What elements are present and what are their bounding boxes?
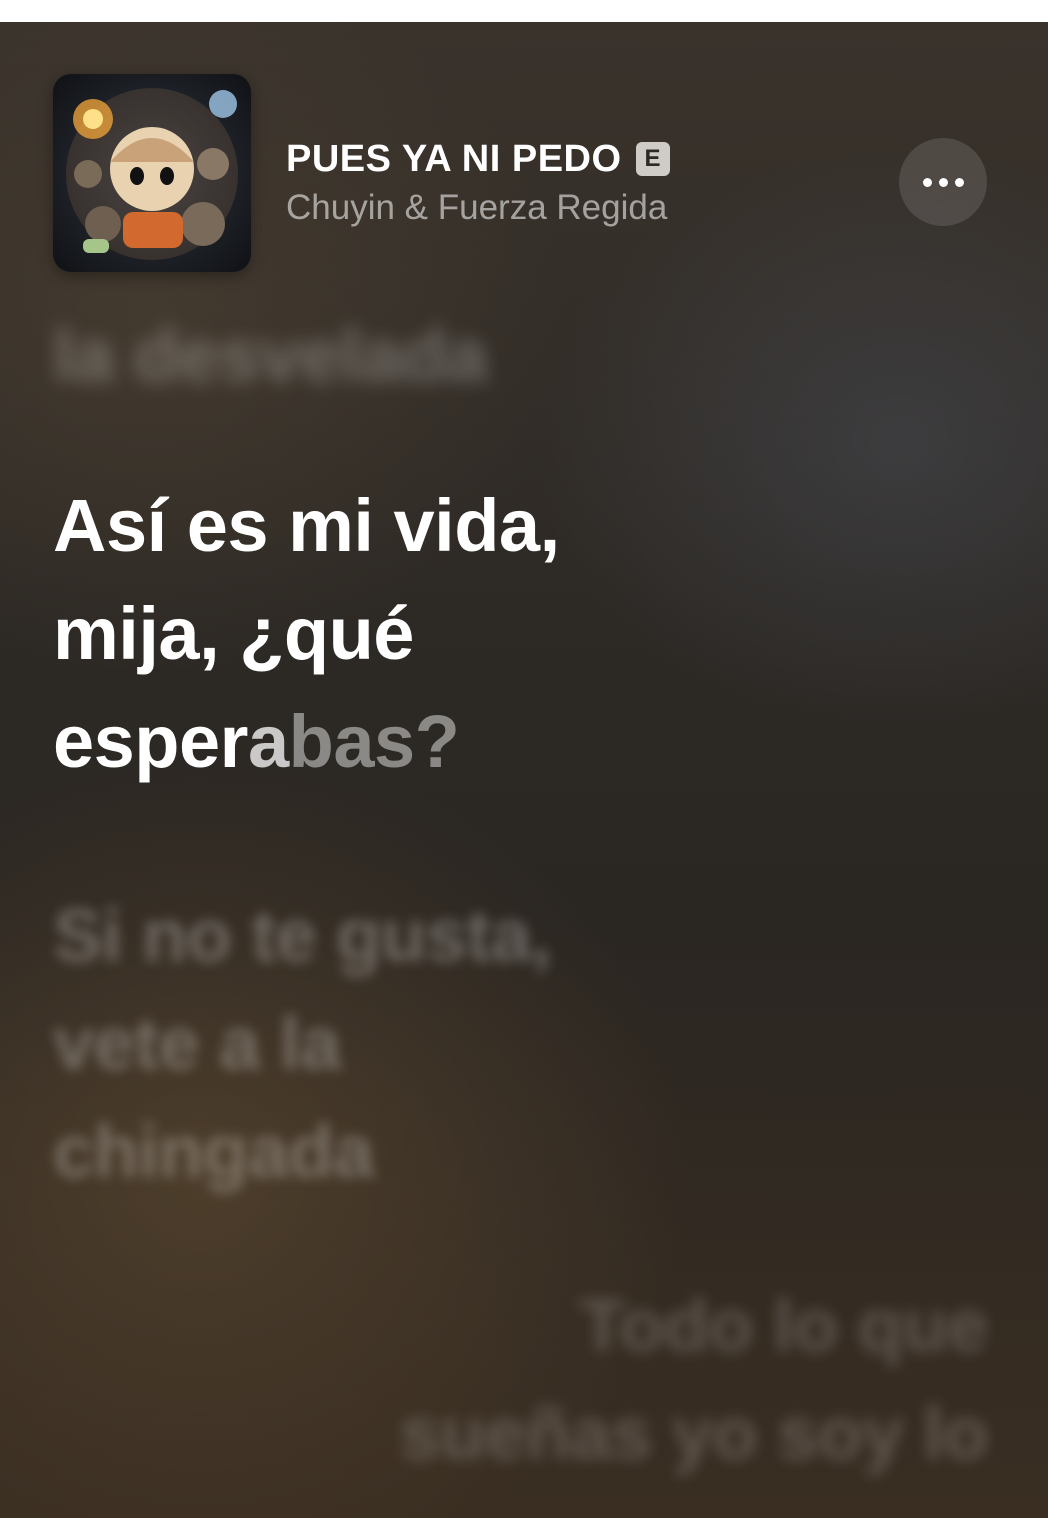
lyric-line-next[interactable]: Si no te gusta, vete a la chingada (53, 882, 552, 1206)
more-options-button[interactable] (899, 138, 987, 226)
lyric-background-vocal[interactable]: Todo lo que sueñas yo soy lo (399, 1272, 989, 1488)
lyric-current-line-3: esperabas? (53, 688, 953, 796)
artist-name[interactable]: Chuyin & Fuerza Regida (286, 188, 667, 228)
lyric-next-line-2: vete a la (53, 1002, 341, 1085)
lyric-current-line-1: Así es mi vida, (53, 484, 560, 567)
lyric-next-line-1: Si no te gusta, (53, 894, 552, 977)
status-bar-strip (0, 0, 1048, 22)
lyric-bg-line-1: Todo lo que (579, 1284, 989, 1367)
lyric-partial-text: a (247, 700, 289, 783)
lyrics-screen: PUES YA NI PEDO E Chuyin & Fuerza Regida… (0, 22, 1048, 1518)
track-title-row: PUES YA NI PEDO E (286, 136, 670, 182)
lyric-unsung-text: bas? (288, 700, 460, 783)
album-artwork[interactable] (53, 74, 251, 272)
lyric-next-line-3: chingada (53, 1110, 374, 1193)
lyric-current-line-2: mija, ¿qué (53, 592, 414, 675)
lyric-bg-line-2: sueñas yo soy lo (399, 1392, 989, 1475)
song-title[interactable]: PUES YA NI PEDO (286, 138, 622, 181)
lyric-line-previous[interactable]: la desvelada (53, 302, 488, 410)
lyric-line-current[interactable]: Así es mi vida, mija, ¿qué esperabas? (53, 472, 953, 796)
ellipsis-icon (954, 177, 964, 187)
lyric-sung-text: esper (53, 700, 248, 783)
explicit-badge: E (635, 142, 670, 176)
ellipsis-icon (938, 177, 948, 187)
album-art-image (66, 88, 238, 260)
ellipsis-icon (922, 177, 932, 187)
